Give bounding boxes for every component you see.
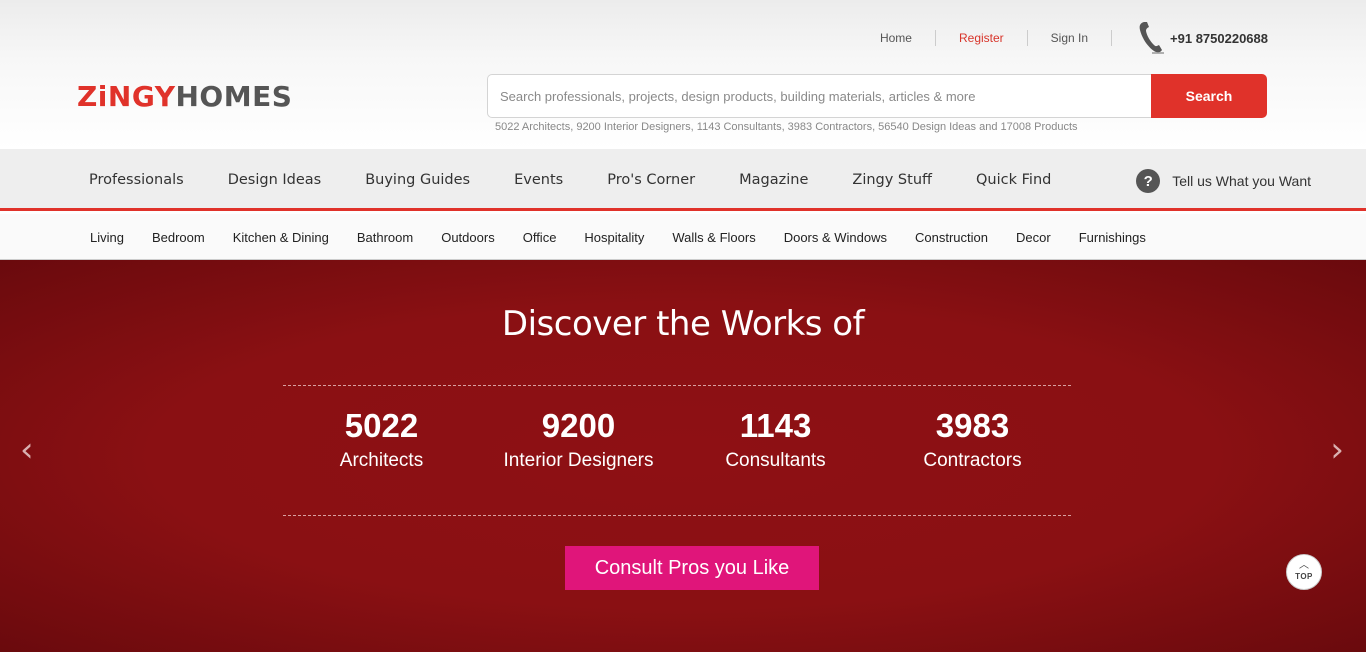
divider-top xyxy=(283,385,1071,386)
next-slide-arrow[interactable]: › xyxy=(1330,430,1344,470)
search-stats: 5022 Architects, 9200 Interior Designers… xyxy=(495,121,1078,133)
subnav-office[interactable]: Office xyxy=(509,230,571,245)
stat-label: Consultants xyxy=(725,450,826,471)
home-link[interactable]: Home xyxy=(857,30,936,46)
nav-quick-find[interactable]: Quick Find xyxy=(954,172,1073,188)
hero-title: Discover the Works of xyxy=(501,304,865,344)
subnav-furnishings[interactable]: Furnishings xyxy=(1065,230,1160,245)
stat-label: Interior Designers xyxy=(503,450,654,471)
divider-bottom xyxy=(283,515,1071,516)
sign-in-link[interactable]: Sign In xyxy=(1028,30,1113,46)
logo-zingy: ZiNGY xyxy=(77,80,176,113)
hero-banner: ‹ › Discover the Works of 5022 Architect… xyxy=(0,260,1366,652)
nav-design-ideas[interactable]: Design Ideas xyxy=(206,172,344,188)
subnav-bedroom[interactable]: Bedroom xyxy=(138,230,219,245)
pro-stats: 5022 Architects 9200 Interior Designers … xyxy=(283,405,1071,472)
subnav-construction[interactable]: Construction xyxy=(901,230,1002,245)
tell-us-label: Tell us What you Want xyxy=(1172,173,1311,189)
search-button[interactable]: Search xyxy=(1151,74,1267,118)
zingy-homes-logo[interactable]: ZiNGYHOMES xyxy=(77,80,292,114)
nav-pros-corner[interactable]: Pro's Corner xyxy=(585,172,717,188)
stat-interior-designers[interactable]: 9200 Interior Designers xyxy=(480,405,677,472)
stat-number: 3983 xyxy=(935,407,1010,444)
subnav-bathroom[interactable]: Bathroom xyxy=(343,230,427,245)
tell-us-link[interactable]: ? Tell us What you Want xyxy=(1136,169,1311,193)
stat-label: Architects xyxy=(339,450,424,471)
stat-consultants[interactable]: 1143 Consultants xyxy=(677,405,874,472)
site-header: Home Register Sign In +91 8750220688 ZiN… xyxy=(0,0,1366,149)
nav-buying-guides[interactable]: Buying Guides xyxy=(343,172,492,188)
stat-number: 5022 xyxy=(344,407,419,444)
nav-magazine[interactable]: Magazine xyxy=(717,172,830,188)
chevron-up-icon: ︿ xyxy=(1299,560,1309,571)
phone-contact: +91 8750220688 xyxy=(1112,20,1268,56)
subnav-walls-floors[interactable]: Walls & Floors xyxy=(658,230,769,245)
subnav-kitchen-dining[interactable]: Kitchen & Dining xyxy=(219,230,343,245)
main-nav: Professionals Design Ideas Buying Guides… xyxy=(0,149,1366,211)
consult-pros-button[interactable]: Consult Pros you Like xyxy=(565,546,819,590)
logo-homes: HOMES xyxy=(175,80,293,113)
top-links: Home Register Sign In +91 8750220688 xyxy=(857,22,1268,54)
stat-contractors[interactable]: 3983 Contractors xyxy=(874,405,1071,472)
subnav-outdoors[interactable]: Outdoors xyxy=(427,230,508,245)
subnav-hospitality[interactable]: Hospitality xyxy=(570,230,658,245)
search-input[interactable] xyxy=(487,74,1151,118)
sub-nav: Living Bedroom Kitchen & Dining Bathroom… xyxy=(0,214,1366,260)
top-label: TOP xyxy=(1295,572,1313,581)
prev-slide-arrow[interactable]: ‹ xyxy=(20,430,34,470)
phone-icon xyxy=(1139,22,1165,54)
register-link[interactable]: Register xyxy=(936,30,1028,46)
stat-architects[interactable]: 5022 Architects xyxy=(283,405,480,472)
nav-zingy-stuff[interactable]: Zingy Stuff xyxy=(830,172,954,188)
stat-number: 9200 xyxy=(541,407,616,444)
question-icon: ? xyxy=(1136,169,1161,193)
stat-label: Contractors xyxy=(923,450,1022,471)
back-to-top-button[interactable]: ︿ TOP xyxy=(1286,554,1322,590)
subnav-doors-windows[interactable]: Doors & Windows xyxy=(770,230,901,245)
search-bar: Search xyxy=(487,74,1267,118)
nav-events[interactable]: Events xyxy=(492,172,585,188)
phone-number: +91 8750220688 xyxy=(1170,30,1268,46)
nav-professionals[interactable]: Professionals xyxy=(67,172,206,188)
stat-number: 1143 xyxy=(739,407,812,444)
subnav-decor[interactable]: Decor xyxy=(1002,230,1065,245)
subnav-living[interactable]: Living xyxy=(76,230,138,245)
